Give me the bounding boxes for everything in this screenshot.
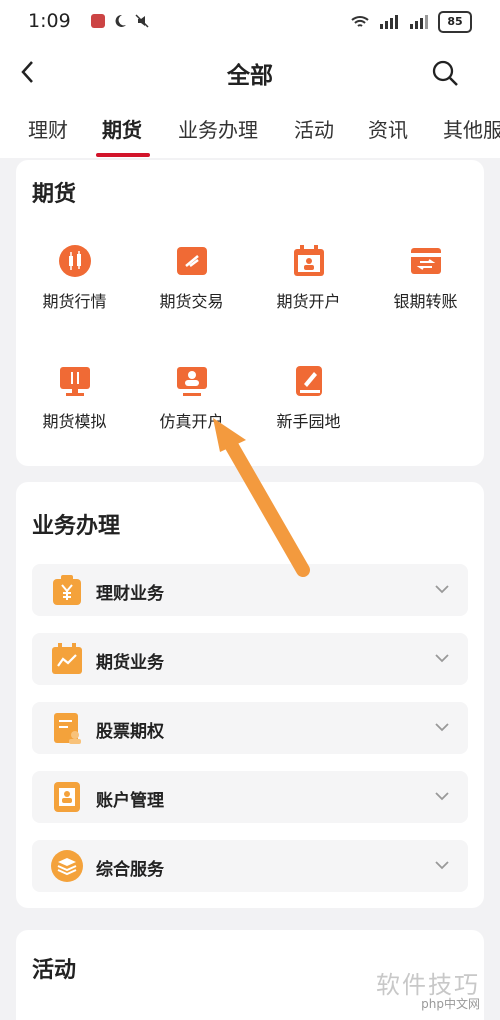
simulation-account-open-item[interactable]: 仿真开户 — [133, 364, 250, 432]
tab-activity[interactable]: 活动 — [294, 114, 334, 153]
grid-item-label: 期货行情 — [42, 292, 107, 311]
integrated-services-row[interactable]: 综合服务 — [32, 840, 468, 892]
grid-item-label: 期货模拟 — [42, 412, 107, 431]
grid-item-label: 仿真开户 — [159, 412, 224, 431]
tab-other[interactable]: 其他服 — [443, 114, 500, 153]
app-notification-icon — [90, 13, 106, 29]
row-label: 综合服务 — [96, 860, 164, 880]
business-section: 业务办理 理财业务 期货业务 股票期权 账户管理 综合服务 — [16, 482, 484, 908]
grid-item-label: 银期转账 — [393, 292, 458, 311]
row-label: 账户管理 — [96, 791, 164, 811]
candlestick-chart-icon — [58, 245, 91, 277]
futures-account-open-item[interactable]: 期货开户 — [250, 244, 367, 312]
chevron-down-icon — [435, 861, 449, 870]
mute-icon — [134, 13, 150, 29]
tab-news[interactable]: 资讯 — [368, 114, 408, 153]
page-title: 全部 — [227, 63, 273, 89]
grid-item-label: 新手园地 — [276, 412, 341, 431]
row-label: 期货业务 — [96, 653, 164, 673]
stock-options-row[interactable]: 股票期权 — [32, 702, 468, 754]
layers-icon — [51, 850, 83, 882]
status-bar: 1:09 85 — [0, 0, 500, 42]
row-label: 股票期权 — [96, 722, 164, 742]
card-transfer-icon — [410, 248, 441, 274]
search-icon — [432, 60, 458, 86]
notification-icons — [90, 13, 150, 29]
grid-item-label: 期货交易 — [159, 292, 224, 311]
signal-icon — [380, 15, 398, 29]
system-status: 85 — [350, 11, 472, 33]
futures-simulation-item[interactable]: 期货模拟 — [16, 364, 133, 432]
monitor-chart-icon — [59, 367, 90, 396]
activity-section-title: 活动 — [32, 958, 77, 983]
book-pen-icon — [295, 366, 322, 396]
grid-item-label: 期货开户 — [276, 292, 341, 311]
status-time: 1:09 — [28, 10, 71, 32]
business-section-title: 业务办理 — [32, 514, 121, 539]
futures-section-title: 期货 — [32, 182, 77, 207]
chevron-down-icon — [435, 723, 449, 732]
futures-quotes-item[interactable]: 期货行情 — [16, 244, 133, 312]
bank-futures-transfer-item[interactable]: 银期转账 — [367, 244, 484, 312]
watermark-logo: php中文网 — [421, 997, 480, 1011]
calendar-user-icon — [293, 245, 324, 276]
wifi-icon — [351, 16, 369, 27]
wealth-bag-icon — [53, 575, 81, 605]
monitor-user-icon — [176, 367, 207, 396]
beginner-garden-item[interactable]: 新手园地 — [250, 364, 367, 432]
trade-ticket-icon — [176, 247, 207, 275]
tab-wealth[interactable]: 理财 — [28, 114, 68, 153]
futures-business-row[interactable]: 期货业务 — [32, 633, 468, 685]
category-tabs: 理财 期货 业务办理 活动 资讯 其他服 — [0, 102, 500, 158]
document-user-icon — [54, 713, 81, 744]
chevron-down-icon — [435, 792, 449, 801]
account-card-icon — [54, 782, 80, 812]
account-management-row[interactable]: 账户管理 — [32, 771, 468, 823]
battery-indicator: 85 — [438, 11, 472, 33]
chevron-down-icon — [435, 585, 449, 594]
moon-icon — [112, 13, 128, 29]
row-label: 理财业务 — [96, 584, 164, 604]
signal-icon-2 — [410, 15, 428, 29]
search-button[interactable] — [430, 58, 460, 88]
calendar-chart-icon — [52, 643, 82, 674]
wealth-business-row[interactable]: 理财业务 — [32, 564, 468, 616]
tab-futures[interactable]: 期货 — [102, 114, 142, 153]
tab-business[interactable]: 业务办理 — [178, 114, 258, 153]
chevron-down-icon — [435, 654, 449, 663]
top-header: 全部 — [0, 42, 500, 102]
active-tab-indicator — [96, 153, 150, 157]
futures-trade-item[interactable]: 期货交易 — [133, 244, 250, 312]
futures-section: 期货 期货行情 期货交易 期货开户 银期转账 期货模拟 仿真开户 新手园地 — [16, 160, 484, 466]
